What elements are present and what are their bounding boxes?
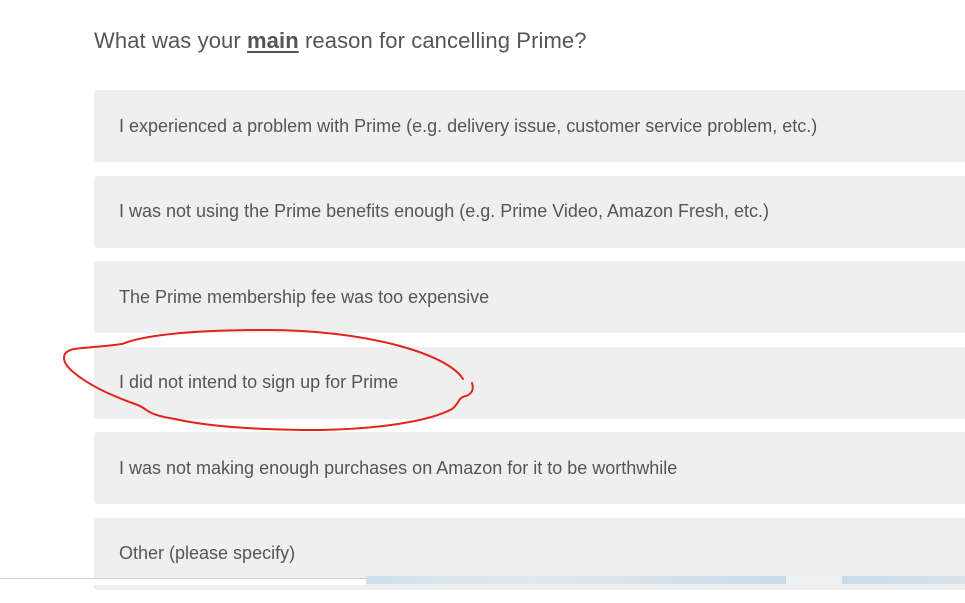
reason-option-too-expensive[interactable]: The Prime membership fee was too expensi…: [94, 261, 965, 333]
taskbar-middle: [366, 576, 786, 584]
question-prefix: What was your: [94, 28, 248, 53]
option-label: The Prime membership fee was too expensi…: [119, 286, 490, 307]
option-label: I was not making enough purchases on Ama…: [119, 457, 678, 478]
reason-option-not-using-benefits[interactable]: I was not using the Prime benefits enoug…: [94, 175, 965, 248]
option-label: Other (please specify): [119, 543, 296, 563]
question-suffix: reason for cancelling Prime?: [298, 28, 587, 53]
option-label: I did not intend to sign up for Prime: [119, 372, 399, 392]
taskbar-right: [842, 576, 965, 584]
taskbar-strip: [0, 576, 965, 585]
reason-options: I experienced a problem with Prime (e.g.…: [94, 90, 965, 603]
question-heading: What was your main reason for cancelling…: [94, 28, 587, 54]
option-label: I experienced a problem with Prime (e.g.…: [119, 115, 818, 136]
reason-option-not-enough-purchases[interactable]: I was not making enough purchases on Ama…: [94, 432, 965, 504]
taskbar-gap: [786, 576, 842, 584]
option-label: I was not using the Prime benefits enoug…: [119, 201, 770, 221]
reason-option-problem[interactable]: I experienced a problem with Prime (e.g.…: [94, 90, 965, 162]
question-emphasis: main: [247, 28, 299, 53]
reason-option-did-not-intend[interactable]: I did not intend to sign up for Prime: [94, 346, 965, 419]
